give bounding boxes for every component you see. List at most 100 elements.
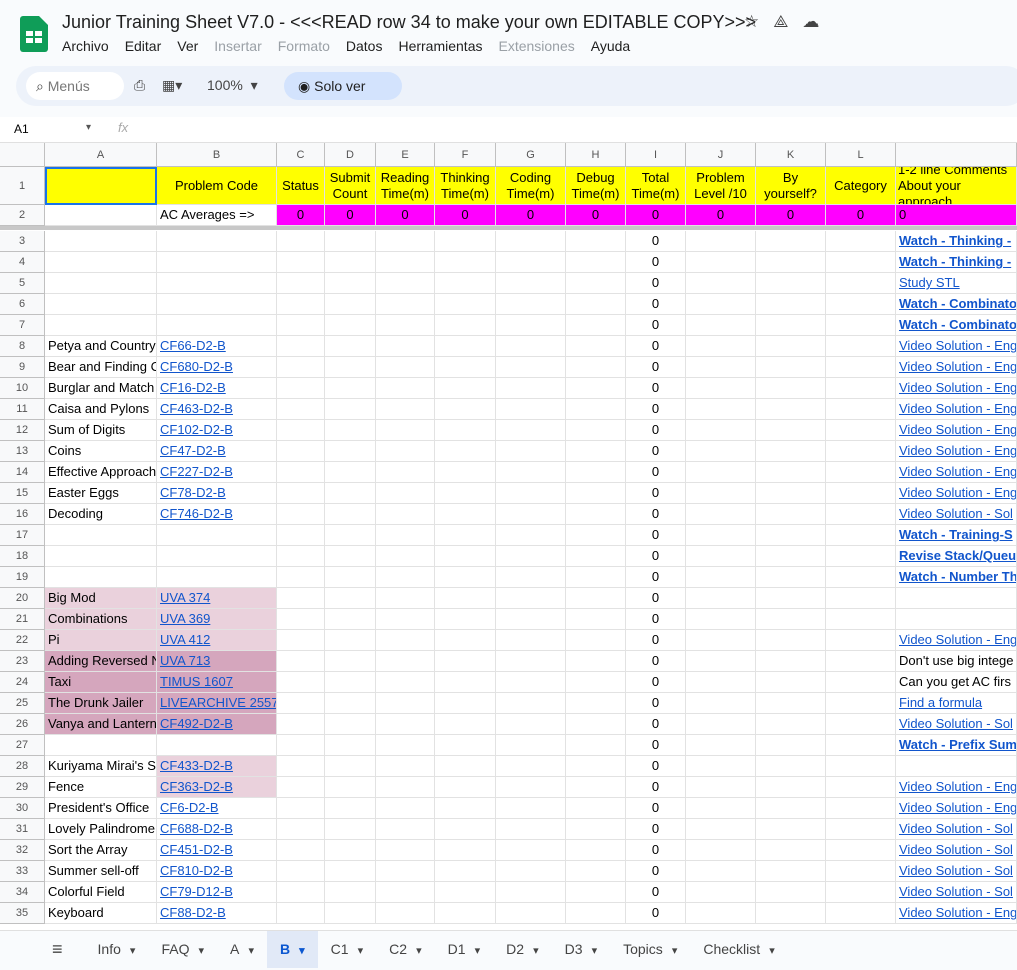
cell[interactable]	[325, 252, 376, 273]
problem-code-link[interactable]: UVA 374	[157, 588, 277, 609]
row-number[interactable]: 22	[0, 630, 45, 651]
cell[interactable]	[376, 462, 435, 483]
cell[interactable]	[826, 399, 896, 420]
total-time-cell[interactable]: 0	[626, 735, 686, 756]
problem-name-cell[interactable]: Vanya and Lantern	[45, 714, 157, 735]
header-cell[interactable]: 1-2 line Comments About your approach	[896, 167, 1017, 205]
problem-name-cell[interactable]	[45, 273, 157, 294]
row-number[interactable]: 8	[0, 336, 45, 357]
header-cell[interactable]: Status	[277, 167, 325, 205]
cell[interactable]	[686, 378, 756, 399]
cell[interactable]	[325, 462, 376, 483]
cell[interactable]	[496, 861, 566, 882]
cell[interactable]	[277, 735, 325, 756]
cell[interactable]	[756, 798, 826, 819]
cell[interactable]	[566, 546, 626, 567]
cell[interactable]	[277, 462, 325, 483]
comment-link[interactable]: Video Solution - Sol	[896, 504, 1017, 525]
total-time-cell[interactable]: 0	[626, 693, 686, 714]
problem-code-link[interactable]: CF79-D12-B	[157, 882, 277, 903]
menu-search-input[interactable]: ⌕ Menús	[26, 72, 124, 100]
cell[interactable]	[325, 420, 376, 441]
cell[interactable]	[566, 756, 626, 777]
row-number[interactable]: 28	[0, 756, 45, 777]
cell[interactable]	[756, 378, 826, 399]
cell[interactable]	[756, 882, 826, 903]
problem-code-link[interactable]: UVA 713	[157, 651, 277, 672]
total-time-cell[interactable]: 0	[626, 441, 686, 462]
cell[interactable]	[376, 735, 435, 756]
cell[interactable]	[376, 294, 435, 315]
comment-link[interactable]: Video Solution - Eng	[896, 483, 1017, 504]
comment-link[interactable]: Video Solution - Eng	[896, 462, 1017, 483]
row-number[interactable]: 10	[0, 378, 45, 399]
comment-link[interactable]: Video Solution - Sol	[896, 714, 1017, 735]
problem-name-cell[interactable]: Summer sell-off	[45, 861, 157, 882]
cell[interactable]	[325, 483, 376, 504]
comment-link[interactable]: Video Solution - Sol	[896, 861, 1017, 882]
total-time-cell[interactable]: 0	[626, 609, 686, 630]
cell[interactable]	[376, 903, 435, 924]
problem-code-link[interactable]: CF47-D2-B	[157, 441, 277, 462]
chevron-down-icon[interactable]: ▾	[472, 945, 481, 957]
cell[interactable]	[325, 630, 376, 651]
cell[interactable]	[496, 651, 566, 672]
problem-code-link[interactable]: CF6-D2-B	[157, 798, 277, 819]
total-time-cell[interactable]: 0	[626, 714, 686, 735]
row-number[interactable]: 33	[0, 861, 45, 882]
row-number[interactable]: 34	[0, 882, 45, 903]
cell[interactable]	[756, 420, 826, 441]
cell[interactable]	[435, 441, 496, 462]
column-header-G[interactable]: G	[496, 143, 566, 167]
cell[interactable]	[496, 588, 566, 609]
cell[interactable]	[277, 903, 325, 924]
cell[interactable]	[686, 693, 756, 714]
total-time-cell[interactable]: 0	[626, 588, 686, 609]
header-cell[interactable]: Total Time(m)	[626, 167, 686, 205]
problem-code-link[interactable]: CF66-D2-B	[157, 336, 277, 357]
cell[interactable]	[826, 882, 896, 903]
cell[interactable]	[376, 546, 435, 567]
cell[interactable]	[325, 588, 376, 609]
cell[interactable]	[376, 273, 435, 294]
comment-link[interactable]: Video Solution - Eng	[896, 399, 1017, 420]
cell[interactable]	[277, 819, 325, 840]
row-number[interactable]: 23	[0, 651, 45, 672]
cell[interactable]	[826, 903, 896, 924]
cell[interactable]	[566, 357, 626, 378]
cell[interactable]	[496, 714, 566, 735]
star-icon[interactable]: ☆	[744, 12, 759, 32]
problem-name-cell[interactable]: Big Mod	[45, 588, 157, 609]
cell[interactable]	[277, 756, 325, 777]
cell[interactable]	[325, 357, 376, 378]
cell[interactable]	[566, 315, 626, 336]
cell[interactable]	[826, 462, 896, 483]
cell[interactable]	[756, 273, 826, 294]
problem-code-link[interactable]	[157, 525, 277, 546]
cell[interactable]	[277, 588, 325, 609]
cell[interactable]	[435, 819, 496, 840]
problem-name-cell[interactable]: Fence	[45, 777, 157, 798]
total-time-cell[interactable]: 0	[626, 231, 686, 252]
cell[interactable]	[496, 777, 566, 798]
problem-code-link[interactable]: CF810-D2-B	[157, 861, 277, 882]
cell[interactable]	[686, 756, 756, 777]
cell[interactable]	[277, 231, 325, 252]
cell[interactable]	[277, 525, 325, 546]
problem-code-link[interactable]: LIVEARCHIVE 2557	[157, 693, 277, 714]
cell[interactable]	[826, 735, 896, 756]
cell[interactable]	[826, 546, 896, 567]
row-number[interactable]: 32	[0, 840, 45, 861]
all-sheets-icon[interactable]: ≡	[0, 931, 85, 968]
cell[interactable]	[566, 294, 626, 315]
chevron-down-icon[interactable]: ▾	[589, 945, 598, 957]
cell[interactable]	[566, 651, 626, 672]
cell[interactable]	[756, 483, 826, 504]
cell[interactable]	[376, 231, 435, 252]
cell[interactable]	[566, 840, 626, 861]
cell[interactable]	[566, 630, 626, 651]
cell[interactable]	[686, 441, 756, 462]
row-number[interactable]: 1	[0, 167, 45, 205]
problem-code-link[interactable]: CF463-D2-B	[157, 399, 277, 420]
cell[interactable]	[826, 441, 896, 462]
